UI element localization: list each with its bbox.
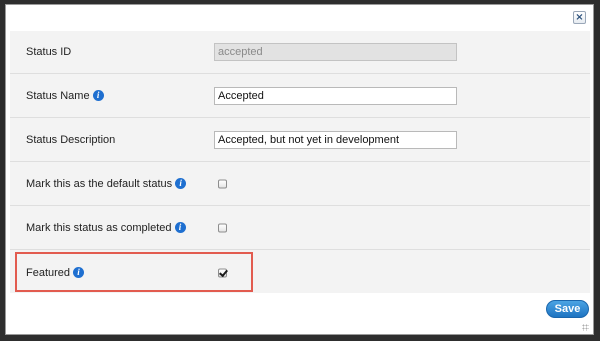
info-icon[interactable]: i: [92, 90, 104, 101]
status-id-label: Status ID: [26, 46, 72, 58]
completed-label: Mark this status as completed: [26, 222, 172, 234]
status-description-field[interactable]: [214, 131, 457, 149]
status-name-label-wrap: Status Name i: [26, 90, 104, 102]
form-row-status-id: Status ID: [10, 31, 590, 74]
completed-checkbox[interactable]: [218, 223, 227, 233]
save-button[interactable]: Save: [546, 300, 589, 318]
form-row-status-name: Status Name i: [10, 75, 590, 118]
info-icon[interactable]: i: [175, 178, 187, 189]
default-status-label: Mark this as the default status: [26, 178, 173, 190]
form-row-default-status: Mark this as the default status i: [10, 163, 590, 206]
completed-label-wrap: Mark this status as completed i: [26, 222, 186, 234]
default-status-label-wrap: Mark this as the default status i: [26, 178, 187, 190]
status-id-field[interactable]: [214, 43, 457, 61]
status-name-field[interactable]: [214, 87, 457, 105]
featured-highlight-box: [15, 252, 253, 292]
info-icon[interactable]: i: [174, 222, 186, 233]
default-status-checkbox[interactable]: [218, 179, 227, 189]
dialog-titlebar: ×: [6, 5, 593, 27]
status-dialog: × Status ID Status Namei Status Descript…: [5, 4, 594, 335]
close-button[interactable]: ×: [573, 11, 586, 24]
status-name-label: Status Name: [26, 90, 90, 102]
status-description-label: Status Description: [26, 134, 116, 146]
form-row-status-description: Status Description: [10, 119, 590, 162]
resize-grip-icon[interactable]: [582, 324, 589, 331]
form-row-completed: Mark this status as completed i: [10, 207, 590, 250]
